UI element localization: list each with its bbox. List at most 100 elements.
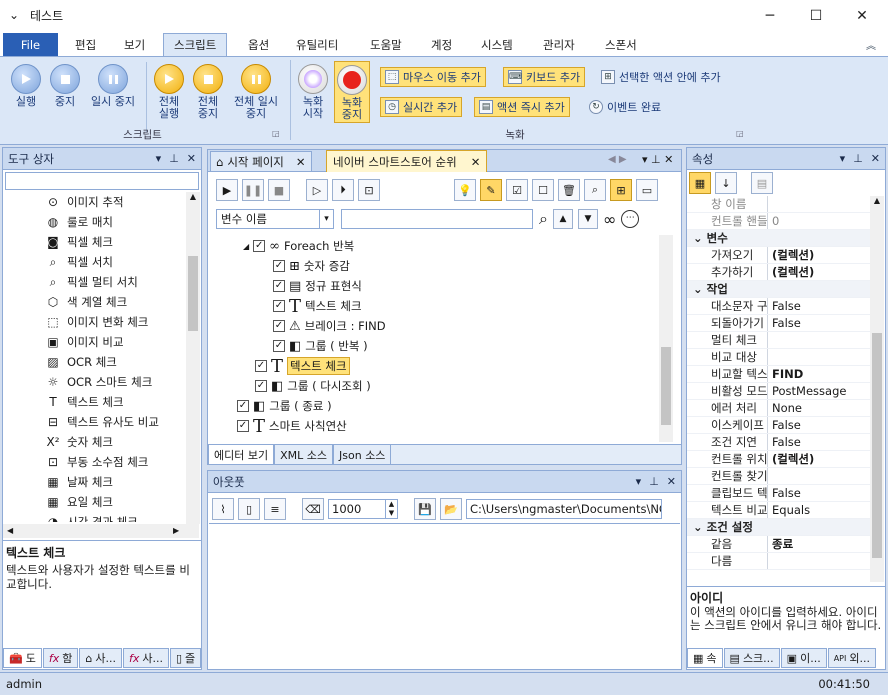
tree-node[interactable]: ✓ T 텍스트 체크 [255, 356, 350, 377]
output-log[interactable] [209, 523, 680, 669]
property-value[interactable]: Equals [767, 502, 870, 518]
tab-edit[interactable]: 편집 [65, 33, 106, 56]
close-icon[interactable]: ✕ [471, 155, 481, 169]
collapse-ribbon-icon[interactable]: ︽ [866, 37, 876, 52]
toolbox-item[interactable]: ⬡ 색 계열 체크 [3, 292, 185, 312]
toolbox-search-input[interactable] [5, 172, 199, 190]
property-row[interactable]: 텍스트 비교 Equals [687, 502, 870, 519]
pin-icon[interactable]: ⊥ [169, 152, 179, 165]
property-row[interactable]: 비교할 텍스트FIND [687, 366, 870, 383]
tab-start-page[interactable]: ⌂ 시작 페이지 ✕ [210, 151, 312, 172]
pin-icon[interactable]: ⊥ [853, 152, 863, 165]
arrow-down-icon[interactable]: ▼ [577, 209, 598, 229]
pause-button[interactable]: 일시 중지 [86, 64, 140, 108]
property-row[interactable]: 컨트롤 찾기 [687, 468, 870, 485]
editor-vscroll[interactable] [659, 235, 673, 442]
tab-images[interactable]: ▣ 이... [780, 648, 827, 668]
tab-favorites[interactable]: ▯ 즐 [169, 648, 202, 668]
property-value[interactable]: False [767, 434, 870, 450]
tab-script[interactable]: 스크립트 [163, 33, 228, 56]
chevron-down-icon[interactable]: ▾ [319, 210, 333, 228]
property-row[interactable]: 멀티 체크 [687, 332, 870, 349]
tree-node[interactable]: ✓ ◧ 그룹 ( 다시조회 ) [255, 377, 371, 395]
property-value[interactable] [767, 349, 870, 365]
toolbox-item[interactable]: ▦ 요일 체크 [3, 492, 185, 512]
property-value[interactable]: (컬렉션) [767, 451, 870, 467]
close-icon[interactable]: ✕ [296, 155, 306, 169]
property-category[interactable]: ⌄ 변수 [687, 230, 870, 247]
tab-user1[interactable]: ⌂ 사... [79, 648, 122, 668]
property-row[interactable]: 이스케이프 False [687, 417, 870, 434]
property-value[interactable]: False [767, 417, 870, 433]
tab-naver-smartstore[interactable]: 네이버 스마트스토어 순위 ✕ [326, 150, 488, 172]
tree-node-checkbox[interactable]: ✓ [273, 340, 285, 352]
new-doc-icon[interactable]: ▯ [238, 498, 260, 520]
property-value[interactable]: 0 [767, 213, 870, 229]
property-row[interactable]: 컨트롤 위치 (컬렉션) [687, 451, 870, 468]
add-mouse-move-button[interactable]: ⬚ 마우스 이동 추가 [380, 67, 486, 87]
tab-functions[interactable]: fx 함 [42, 648, 79, 668]
tab-system[interactable]: 시스템 [471, 33, 523, 56]
property-pages-icon[interactable]: ▤ [751, 172, 773, 194]
tab-file[interactable]: File [3, 33, 58, 56]
app-menu-icon[interactable]: ⌄ [9, 8, 19, 22]
tree-icon[interactable]: ⊞ [610, 179, 632, 201]
tree-node-checkbox[interactable]: ✓ [273, 280, 285, 292]
edit-icon[interactable]: ✎ [480, 179, 502, 201]
stepper-arrows-icon[interactable]: ▲ ▼ [385, 500, 397, 518]
property-row[interactable]: 추가하기 (컬렉션) [687, 264, 870, 281]
toolbox-item[interactable]: ◙ 픽셀 체크 [3, 232, 185, 252]
property-row[interactable]: 컨트롤 핸들 0 [687, 213, 870, 230]
property-value[interactable]: None [767, 400, 870, 416]
tree-node[interactable]: ◢ ✓ ∞ Foreach 반복 [243, 237, 354, 255]
property-value[interactable] [767, 553, 870, 569]
run-from-icon[interactable]: ⏵ [332, 179, 354, 201]
property-row[interactable]: 조건 지연 False [687, 434, 870, 451]
toolbox-hscroll[interactable]: ◀ ▶ [3, 524, 199, 538]
stop-icon[interactable]: ■ [268, 179, 290, 201]
tree-node-checkbox[interactable]: ✓ [237, 400, 249, 412]
collapse-icon[interactable]: ⌄ [693, 282, 707, 296]
tab-properties[interactable]: ▦ 속 [687, 648, 723, 668]
add-action-instant-button[interactable]: ▤ 액션 즉시 추가 [474, 97, 570, 117]
toolbox-item[interactable]: ⌕ 픽셀 서치 [3, 252, 185, 272]
close-icon[interactable]: ✕ [871, 152, 880, 165]
tab-utility[interactable]: 유틸리티 [286, 33, 348, 56]
toolbox-item[interactable]: ⬚ 이미지 변화 체크 [3, 312, 185, 332]
collapse-icon[interactable]: ⌄ [693, 520, 707, 534]
tab-json-source[interactable]: Json 소스 [333, 445, 392, 465]
dropdown-icon[interactable]: ▾ [840, 152, 846, 165]
tree-node-checkbox[interactable]: ✓ [273, 300, 285, 312]
stop-button[interactable]: 중지 [47, 64, 83, 108]
pause-icon[interactable]: ❚❚ [242, 179, 264, 201]
tab-help[interactable]: 도움말 [360, 33, 412, 56]
toolbox-item[interactable]: X² 숫자 체크 [3, 432, 185, 452]
record-stop-button[interactable]: 녹화 중지 [334, 61, 370, 123]
close-icon[interactable]: ✕ [187, 152, 196, 165]
tree-node-checkbox[interactable]: ✓ [273, 320, 285, 332]
tab-scripts[interactable]: ▤ 스크... [723, 648, 780, 668]
tree-node[interactable]: ✓ ⊞ 숫자 증감 [273, 257, 350, 275]
properties-vscroll[interactable]: ▲ [870, 196, 884, 582]
tab-admin[interactable]: 관리자 [533, 33, 585, 56]
property-value[interactable] [767, 196, 870, 212]
lines-icon[interactable]: ≡ [264, 498, 286, 520]
property-value[interactable]: False [767, 298, 870, 314]
property-row[interactable]: 비활성 모드 PostMessage [687, 383, 870, 400]
property-value[interactable]: 종료 [767, 536, 870, 552]
tree-node-checkbox[interactable]: ✓ [255, 360, 267, 372]
tab-options-icons[interactable]: ▾ ⊥ ✕ [642, 153, 673, 166]
property-row[interactable]: 같음 종료 [687, 536, 870, 553]
folder-icon[interactable]: 📂 [440, 498, 462, 520]
output-path-field[interactable]: C:\Users\ngmaster\Documents\NGM [466, 499, 662, 519]
search-icon[interactable]: ⌕ [539, 209, 548, 229]
dropdown-icon[interactable]: ▾ [156, 152, 162, 165]
tree-node-checkbox[interactable]: ✓ [273, 260, 285, 272]
check-icon[interactable]: ☑ [506, 179, 528, 201]
toolbox-item[interactable]: ⌕ 픽셀 멀티 서치 [3, 272, 185, 292]
sort-az-icon[interactable]: ↓ [715, 172, 737, 194]
search-icon[interactable]: ⌕ [584, 179, 606, 201]
maximize-button[interactable]: ☐ [793, 0, 839, 31]
property-value[interactable]: False [767, 315, 870, 331]
property-value[interactable]: False [767, 485, 870, 501]
